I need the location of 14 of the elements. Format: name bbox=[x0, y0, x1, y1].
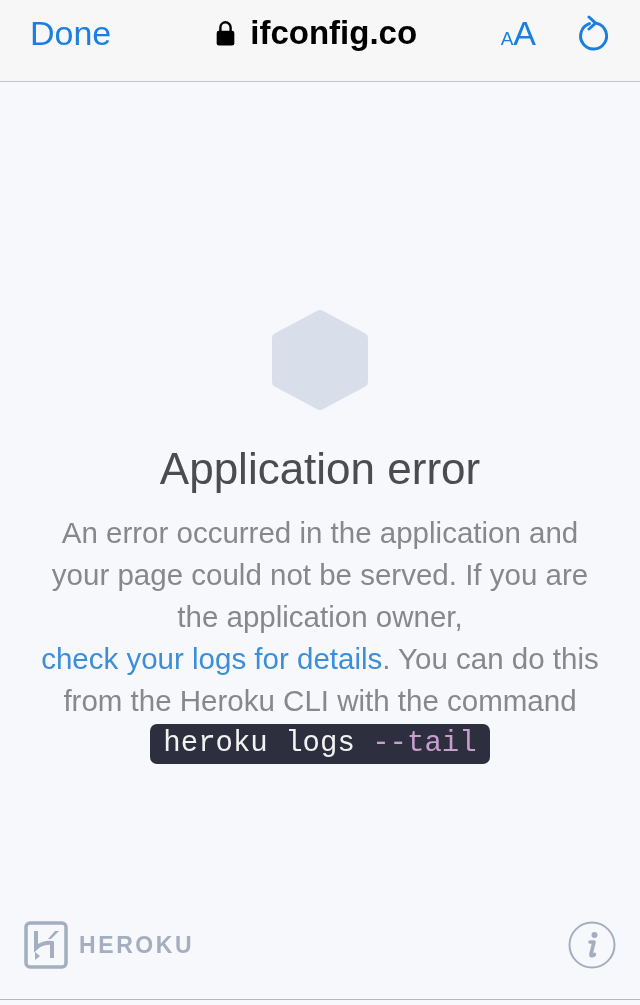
logs-link[interactable]: check your logs for details bbox=[41, 642, 383, 675]
done-button[interactable]: Done bbox=[30, 13, 112, 53]
error-message: An error occurred in the application and your page could not be served. If you are the application owner, check your logs for details. You can do this from the Heroku CLI with the command bbox=[40, 515, 600, 719]
error-title: Application error bbox=[159, 444, 481, 494]
info-icon bbox=[568, 921, 616, 969]
reload-icon bbox=[576, 15, 610, 51]
url-text: ifconfig.co bbox=[250, 13, 418, 53]
brand-wordmark: HEROKU bbox=[79, 931, 195, 959]
hexagon-icon bbox=[270, 310, 370, 410]
info-button[interactable] bbox=[568, 921, 616, 969]
reload-button[interactable] bbox=[576, 15, 610, 51]
logo-icon bbox=[24, 921, 68, 969]
text-size-button[interactable]: AA bbox=[500, 13, 536, 53]
command-code: heroku logs --tail bbox=[150, 724, 490, 764]
